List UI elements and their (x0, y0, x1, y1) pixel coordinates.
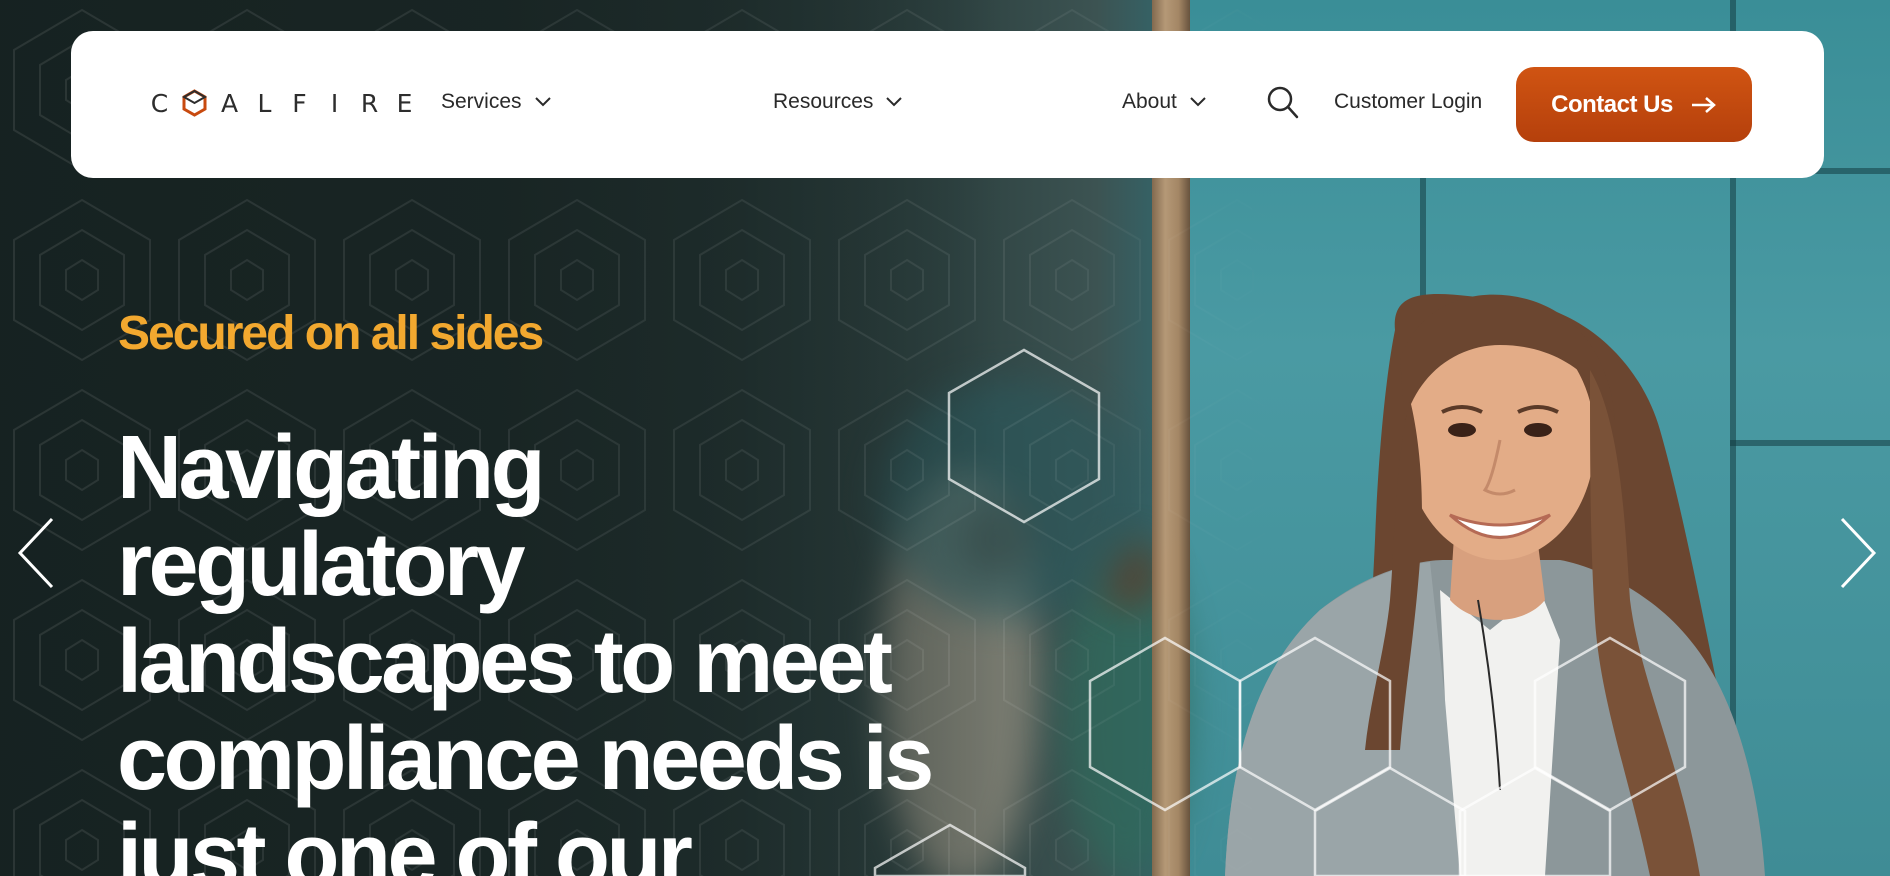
logo-letter-r: R (360, 88, 379, 118)
logo-letter-l: L (257, 88, 272, 118)
nav-services[interactable]: Services (441, 90, 552, 114)
headline-line: compliance needs is (117, 709, 934, 809)
contact-us-button[interactable]: Contact Us (1516, 67, 1752, 142)
carousel-prev-button[interactable] (14, 515, 58, 591)
logo-letter-f: F (292, 88, 307, 118)
headline-line: landscapes to meet (117, 612, 893, 712)
carousel-next-button[interactable] (1836, 515, 1880, 591)
logo-letter-i: I (330, 88, 339, 118)
chevron-down-icon (534, 97, 551, 107)
hero-headline: Navigating regulatory landscapes to meet… (117, 420, 1017, 876)
customer-login-link[interactable]: Customer Login (1334, 90, 1482, 114)
contact-us-label: Contact Us (1551, 90, 1673, 118)
headline-line: Navigating (117, 418, 546, 518)
headline-line: just one of our (117, 806, 693, 876)
nav-services-label: Services (441, 90, 522, 113)
chevron-down-icon (1190, 97, 1206, 107)
hero-eyebrow: Secured on all sides (118, 307, 544, 360)
headline-line: regulatory (117, 515, 526, 615)
search-icon[interactable] (1267, 86, 1299, 120)
logo-letter-a: A (220, 88, 239, 118)
nav-about-label: About (1122, 90, 1177, 113)
hexagon-o-mark-icon (177, 88, 212, 118)
nav-resources[interactable]: Resources (773, 90, 903, 114)
nav-about[interactable]: About (1122, 90, 1207, 114)
nav-resources-label: Resources (773, 90, 874, 113)
coalfire-logo[interactable]: C A L F I R E (142, 88, 422, 118)
arrow-right-icon (1691, 96, 1716, 113)
chevron-down-icon (886, 97, 903, 107)
logo-letter-c: C (150, 88, 169, 118)
logo-letter-e: E (396, 88, 413, 118)
